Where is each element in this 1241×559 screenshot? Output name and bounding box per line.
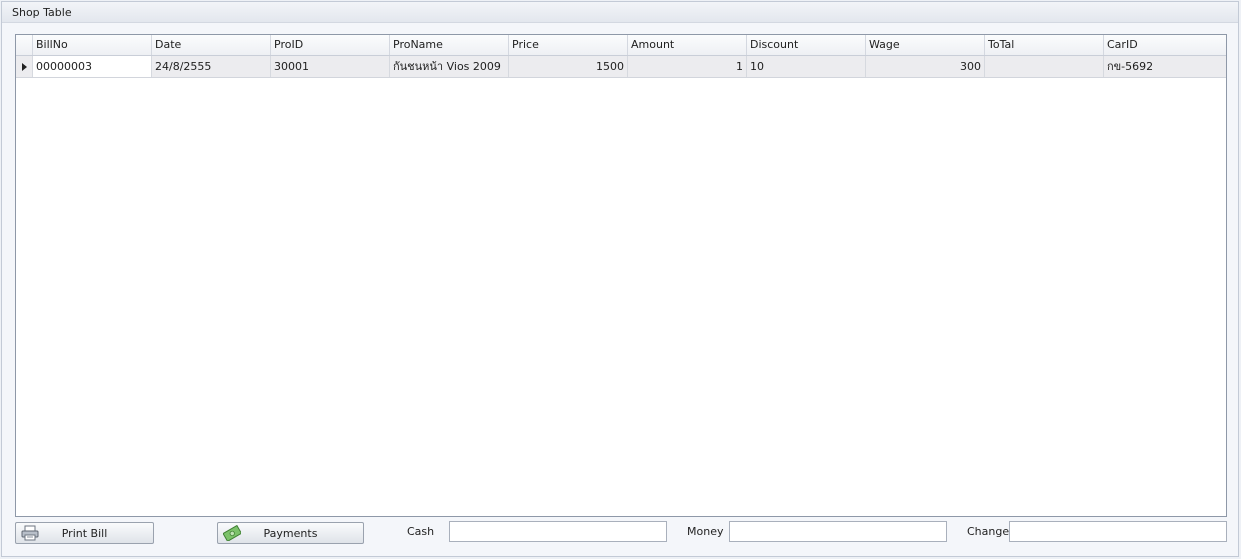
grid-header: BillNo Date ProID ProName Price Amount D… — [16, 35, 1226, 56]
table-row[interactable]: 00000003 24/8/2555 30001 กันชนหน้า Vios … — [16, 56, 1226, 78]
shop-table-grid[interactable]: BillNo Date ProID ProName Price Amount D… — [15, 34, 1227, 517]
column-header-discount[interactable]: Discount — [746, 35, 865, 55]
column-header-wage[interactable]: Wage — [865, 35, 984, 55]
cash-input[interactable] — [449, 521, 667, 542]
group-title: Shop Table — [12, 6, 72, 19]
print-bill-label: Print Bill — [61, 527, 108, 540]
column-header-total[interactable]: ToTal — [984, 35, 1103, 55]
row-indicator[interactable] — [16, 56, 32, 77]
column-header-carid[interactable]: CarID — [1103, 35, 1226, 55]
cell-billno[interactable]: 00000003 — [32, 56, 151, 77]
change-label: Change — [967, 525, 1010, 538]
cell-carid[interactable]: กข-5692 — [1103, 56, 1226, 77]
cell-proid[interactable]: 30001 — [270, 56, 389, 77]
group-header: Shop Table — [2, 2, 1238, 23]
payments-label: Payments — [263, 527, 318, 540]
money-label: Money — [687, 525, 724, 538]
cell-date[interactable]: 24/8/2555 — [151, 56, 270, 77]
cell-amount[interactable]: 1 — [627, 56, 746, 77]
cell-price[interactable]: 1500 — [508, 56, 627, 77]
cell-proname[interactable]: กันชนหน้า Vios 2009 — [389, 56, 508, 77]
print-bill-button[interactable]: Print Bill — [15, 522, 154, 544]
column-header-date[interactable]: Date — [151, 35, 270, 55]
cell-discount[interactable]: 10 — [746, 56, 865, 77]
cell-total[interactable] — [984, 56, 1103, 77]
cash-label: Cash — [407, 525, 435, 538]
payments-button[interactable]: Payments — [217, 522, 364, 544]
column-header-proname[interactable]: ProName — [389, 35, 508, 55]
cell-wage[interactable]: 300 — [865, 56, 984, 77]
column-header-proid[interactable]: ProID — [270, 35, 389, 55]
column-header-price[interactable]: Price — [508, 35, 627, 55]
money-input[interactable] — [729, 521, 947, 542]
column-header-billno[interactable]: BillNo — [32, 35, 151, 55]
column-header-amount[interactable]: Amount — [627, 35, 746, 55]
change-input[interactable] — [1009, 521, 1227, 542]
row-indicator-arrow-icon — [22, 63, 27, 71]
